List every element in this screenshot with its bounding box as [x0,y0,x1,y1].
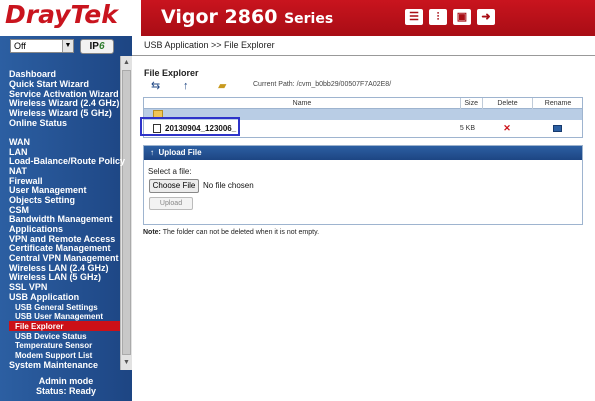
sidebar-subitem-temperature-sensor[interactable]: Temperature Sensor [15,341,92,351]
choose-file-button[interactable]: Choose File [149,179,199,193]
logout-icon[interactable]: ➜ [477,9,495,25]
file-toolbar: ⇆ ↑ ▰ Current Path: /cvm_b0bb29/00507F7A… [143,79,583,93]
select-file-label: Select a file: [148,167,192,176]
ipv6-label-a: IP [89,41,99,52]
scroll-up-icon[interactable]: ▲ [122,58,131,68]
col-rename: Rename [532,98,583,109]
ipv6-button[interactable]: IP6 [80,39,114,54]
save-icon[interactable]: ▣ [453,9,471,25]
table-header: Name Size Delete Rename [144,98,582,109]
ipv6-label-b: 6 [98,41,105,52]
rename-icon[interactable] [553,125,562,132]
upload-title: Upload File [158,148,202,157]
mode-select-value: Off [14,41,26,51]
delete-cell: ✕ [482,120,532,137]
breadcrumb: USB Application >> File Explorer [144,40,275,50]
note-body: The folder can not be deleted when it is… [162,229,320,236]
up-folder-icon[interactable]: ↑ [183,79,189,93]
upload-panel: ↑ Upload File Select a file: Choose File… [143,145,583,225]
admin-mode-label: Admin mode [38,376,94,386]
col-size[interactable]: Size [447,98,482,109]
breadcrumb-divider [132,55,595,56]
upload-header: ↑ Upload File [144,146,582,160]
rename-cell [532,120,583,137]
page-title: File Explorer [144,68,199,78]
col-name[interactable]: Name [144,98,460,109]
sidebar-item-system-maintenance[interactable]: System Maintenance [9,360,98,371]
chevron-down-icon: ▼ [62,40,73,52]
upload-arrow-icon: ↑ [150,148,154,157]
model-name: Vigor [161,6,218,28]
no-file-text: No file chosen [203,181,254,190]
model-number: 2860 [224,6,278,28]
settings-icon[interactable]: ⫶ [429,9,447,25]
file-highlight-box [140,117,240,136]
model-series: Series [284,11,334,27]
upload-button[interactable]: Upload [149,197,193,210]
note-text: Note: The folder can not be deleted when… [143,229,319,236]
admin-status: Admin mode Status: Ready [0,376,132,396]
sidebar-item-usb-application[interactable]: USB Application [9,292,79,303]
logo-area: DrayTek [0,0,141,36]
model-title: Vigor 2860 Series [161,6,333,28]
status-label: Status: Ready [35,386,97,396]
home-icon[interactable]: ☰ [405,9,423,25]
col-delete: Delete [482,98,532,109]
scrollbar-thumb[interactable] [122,70,131,355]
refresh-icon[interactable]: ⇆ [151,79,160,93]
draytek-logo: DrayTek [5,0,118,29]
delete-icon[interactable]: ✕ [503,123,511,133]
file-size: 5 KB [459,125,475,132]
sidebar-subitem-usb-user-management[interactable]: USB User Management [15,312,103,322]
sidebar-subitem-file-explorer[interactable]: File Explorer [15,322,63,332]
sidebar-item-online-status[interactable]: Online Status [9,118,67,129]
header-bar: DrayTek Vigor 2860 Series ☰ ⫶ ▣ ➜ [0,0,595,36]
scroll-down-icon[interactable]: ▼ [122,358,131,368]
sidebar-scrollbar[interactable]: ▲ ▼ [120,56,132,370]
mode-select[interactable]: Off ▼ [10,39,74,53]
new-folder-icon[interactable]: ▰ [218,79,226,93]
current-path: Current Path: /cvm_b0bb29/00507F7A02E8/ [253,81,392,88]
note-label: Note: [143,229,161,236]
